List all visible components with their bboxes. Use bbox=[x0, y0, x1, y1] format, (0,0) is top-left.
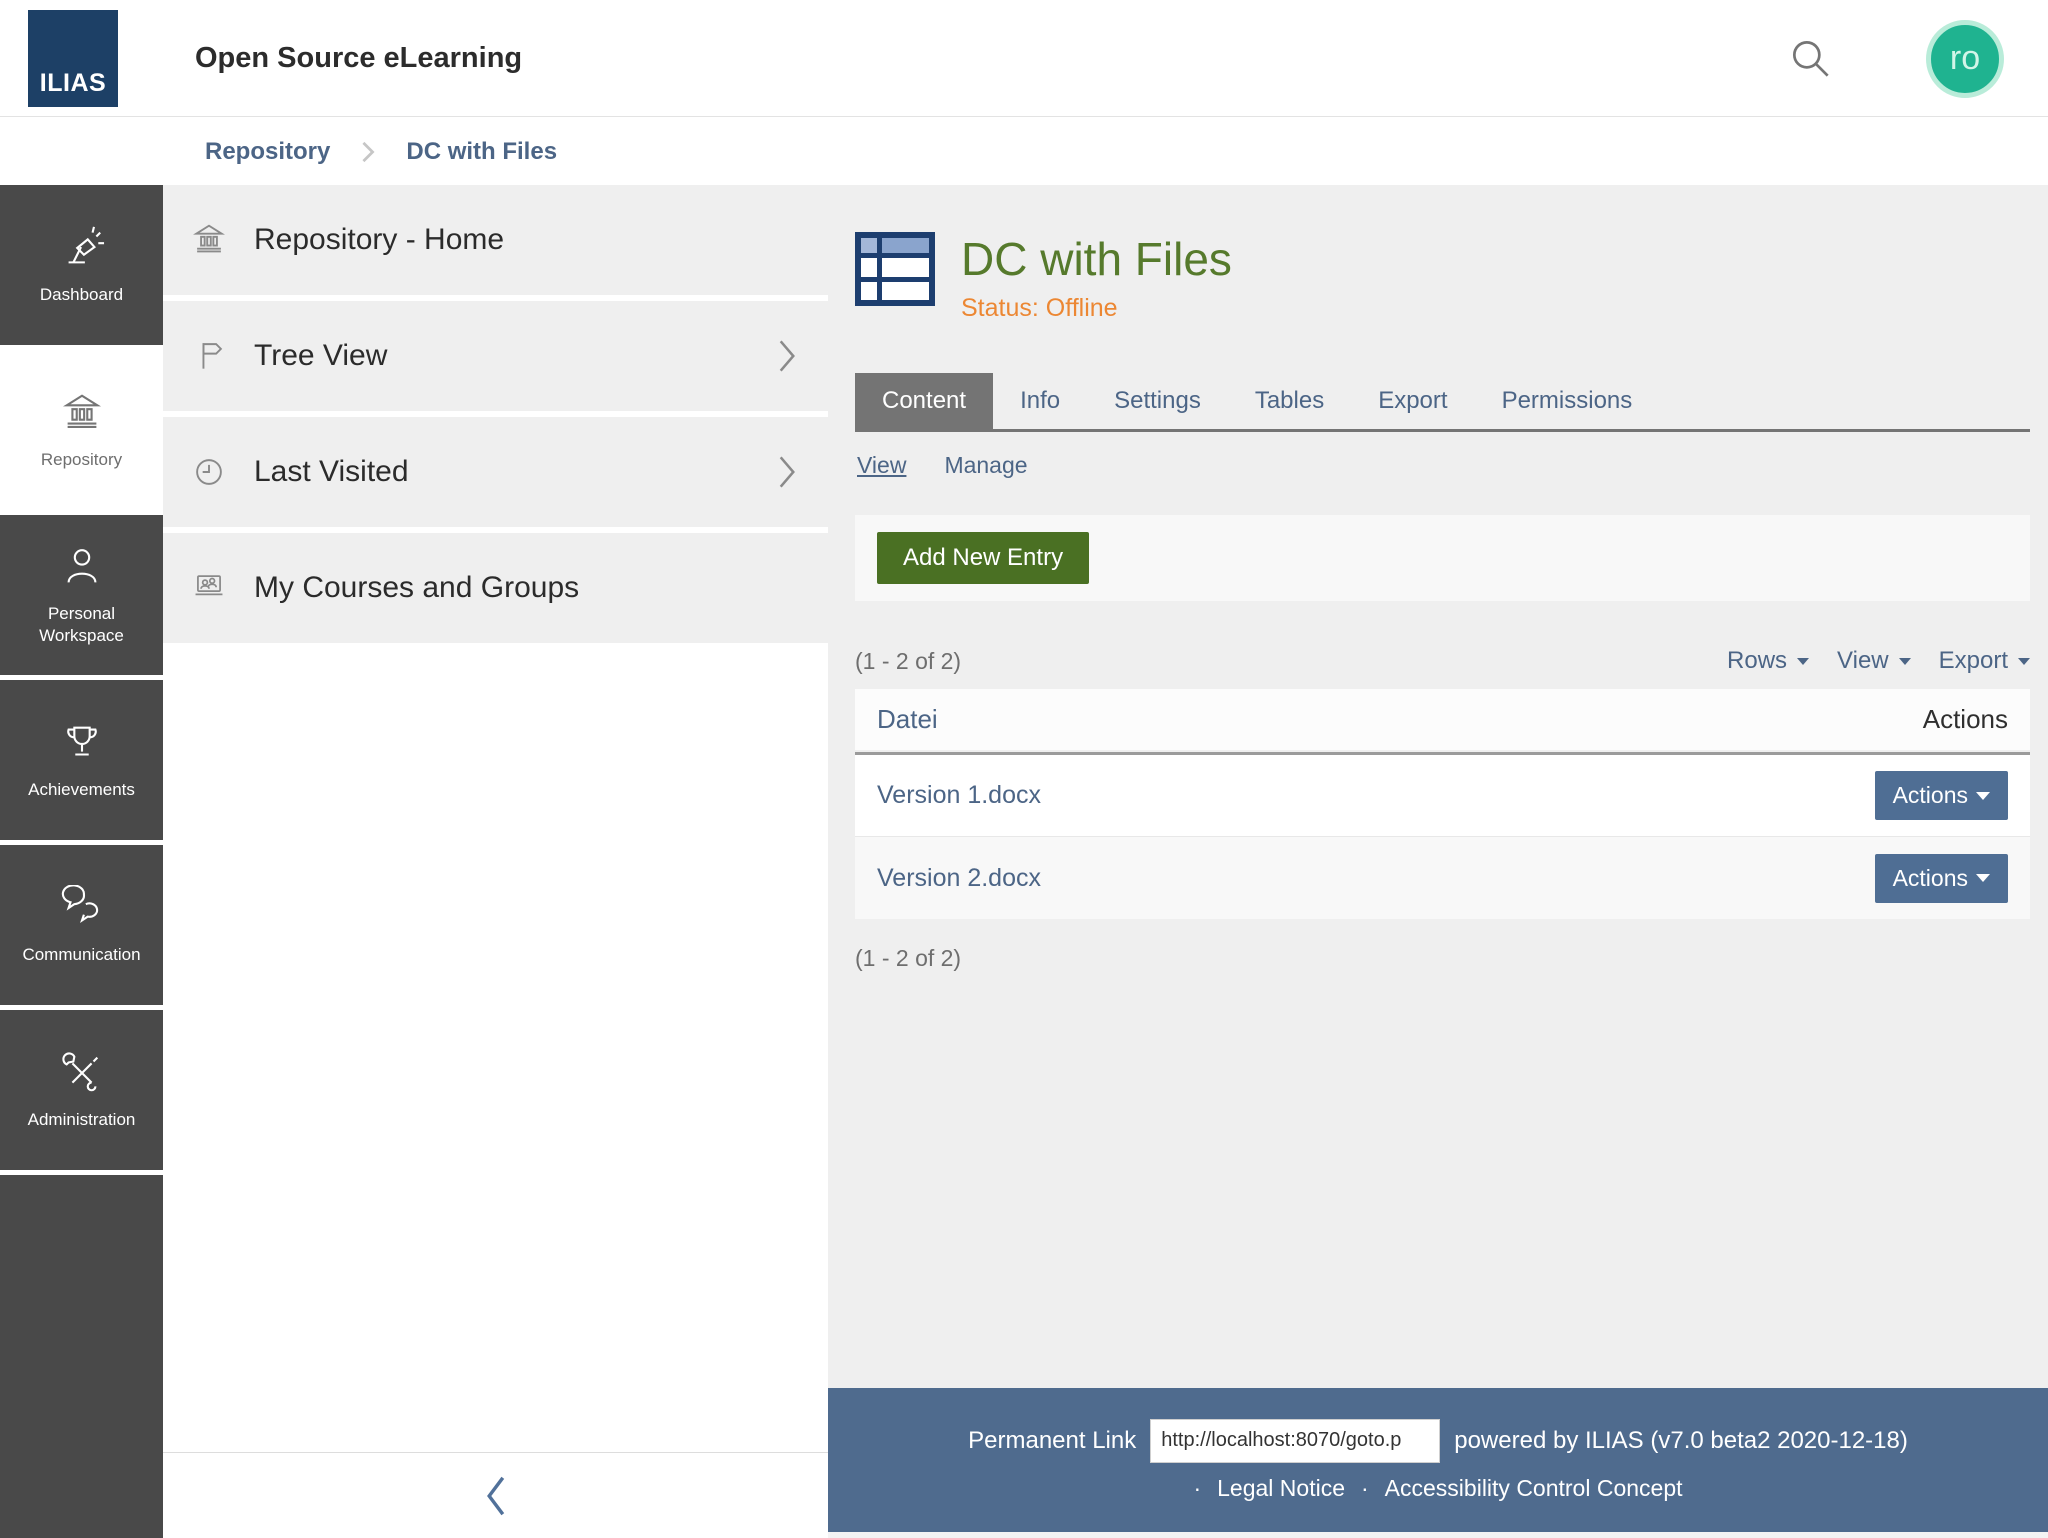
footer-separator: · bbox=[1193, 1475, 1201, 1502]
clock-icon bbox=[190, 453, 228, 491]
screen: ILIAS Open Source eLearning ro Repositor… bbox=[0, 0, 2048, 1538]
breadcrumb-separator-icon bbox=[360, 139, 376, 165]
trophy-icon bbox=[59, 720, 105, 766]
add-entry-strip: Add New Entry bbox=[855, 515, 2030, 601]
panel-item-my-courses-and-groups[interactable]: My Courses and Groups bbox=[163, 533, 828, 643]
tab-info[interactable]: Info bbox=[993, 373, 1087, 429]
result-count-bottom: (1 - 2 of 2) bbox=[855, 945, 2030, 972]
rail-item-achievements[interactable]: Achievements bbox=[0, 680, 163, 840]
rail-item-dashboard[interactable]: Dashboard bbox=[0, 185, 163, 345]
bank-icon bbox=[190, 221, 228, 259]
caret-down-icon bbox=[1899, 658, 1911, 665]
data-collection-table-icon bbox=[855, 232, 935, 306]
data-table: Datei Actions Version 1.docx Actions Ver… bbox=[855, 689, 2030, 919]
panel-item-label: Repository - Home bbox=[254, 223, 798, 257]
crossed-tools-icon bbox=[59, 1050, 105, 1096]
rail-item-label: Repository bbox=[35, 449, 128, 470]
permalink-input[interactable] bbox=[1150, 1419, 1440, 1463]
footer-separator: · bbox=[1361, 1475, 1369, 1502]
main-rail: Dashboard Repository Person bbox=[0, 185, 163, 1538]
export-dropdown[interactable]: Export bbox=[1939, 647, 2030, 675]
breadcrumb-item-current[interactable]: DC with Files bbox=[406, 138, 557, 166]
actions-button[interactable]: Actions bbox=[1875, 854, 2008, 903]
rail-item-label: Dashboard bbox=[34, 284, 129, 305]
dashboard-lamp-icon bbox=[59, 225, 105, 271]
breadcrumb-item-repository[interactable]: Repository bbox=[205, 138, 330, 166]
panel-item-label: My Courses and Groups bbox=[254, 571, 798, 605]
rail-item-label: Communication bbox=[16, 944, 146, 965]
file-link[interactable]: Version 2.docx bbox=[877, 864, 1041, 893]
powered-by-text: powered by ILIAS (v7.0 beta2 2020-12-18) bbox=[1454, 1427, 1908, 1455]
bank-icon bbox=[59, 390, 105, 436]
status-badge: Status: Offline bbox=[961, 294, 1232, 323]
search-icon bbox=[1786, 34, 1836, 84]
permalink-label: Permanent Link bbox=[968, 1427, 1136, 1455]
table-row: Version 2.docx Actions bbox=[855, 837, 2030, 919]
column-header-datei[interactable]: Datei bbox=[877, 704, 938, 735]
user-avatar[interactable]: ro bbox=[1926, 20, 2004, 98]
person-icon bbox=[59, 544, 105, 590]
rail-item-label: Personal Workspace bbox=[0, 603, 163, 646]
view-dropdown[interactable]: View bbox=[1837, 647, 1911, 675]
caret-down-icon bbox=[1976, 874, 1990, 882]
caret-down-icon bbox=[1976, 792, 1990, 800]
add-new-entry-button[interactable]: Add New Entry bbox=[877, 532, 1089, 584]
chevron-right-icon bbox=[776, 335, 798, 377]
legal-notice-link[interactable]: Legal Notice bbox=[1217, 1475, 1345, 1502]
rail-item-communication[interactable]: Communication bbox=[0, 845, 163, 1005]
caret-down-icon bbox=[1797, 658, 1809, 665]
subtab-bar: View Manage bbox=[855, 452, 2030, 479]
panel-item-label: Last Visited bbox=[254, 455, 776, 489]
subtab-manage[interactable]: Manage bbox=[944, 452, 1027, 479]
page-title: DC with Files bbox=[961, 232, 1232, 286]
file-link[interactable]: Version 1.docx bbox=[877, 781, 1041, 810]
header: ILIAS Open Source eLearning ro bbox=[0, 0, 2048, 117]
subtab-view[interactable]: View bbox=[857, 452, 906, 479]
panel-item-last-visited[interactable]: Last Visited bbox=[163, 417, 828, 527]
table-header-row: Datei Actions bbox=[855, 689, 2030, 750]
tab-tables[interactable]: Tables bbox=[1228, 373, 1351, 429]
tab-content[interactable]: Content bbox=[855, 373, 993, 429]
panel-item-label: Tree View bbox=[254, 339, 776, 373]
tab-bar: Content Info Settings Tables Export Perm… bbox=[855, 373, 2030, 432]
chevron-left-icon bbox=[482, 1471, 510, 1521]
object-header: DC with Files Status: Offline bbox=[855, 232, 2030, 323]
footer: Permanent Link powered by ILIAS (v7.0 be… bbox=[828, 1388, 2048, 1532]
rail-filler bbox=[0, 1175, 163, 1538]
ilias-logo[interactable]: ILIAS bbox=[28, 10, 118, 107]
rows-dropdown[interactable]: Rows bbox=[1727, 647, 1809, 675]
app-title: Open Source eLearning bbox=[195, 42, 522, 75]
result-count: (1 - 2 of 2) bbox=[855, 648, 961, 675]
rail-item-label: Administration bbox=[22, 1109, 142, 1130]
header-right: ro bbox=[1786, 0, 2048, 117]
tab-export[interactable]: Export bbox=[1351, 373, 1474, 429]
breadcrumb: Repository DC with Files bbox=[0, 118, 2048, 185]
search-button[interactable] bbox=[1786, 34, 1836, 84]
tab-settings[interactable]: Settings bbox=[1087, 373, 1228, 429]
actions-button[interactable]: Actions bbox=[1875, 771, 2008, 820]
table-toolbar: (1 - 2 of 2) Rows View Export bbox=[855, 647, 2030, 675]
rail-item-repository[interactable]: Repository bbox=[0, 350, 163, 510]
panel-collapse-button[interactable] bbox=[163, 1452, 828, 1538]
screen-people-icon bbox=[190, 569, 228, 607]
rail-item-administration[interactable]: Administration bbox=[0, 1010, 163, 1170]
chevron-right-icon bbox=[776, 451, 798, 493]
rail-item-label: Achievements bbox=[22, 779, 141, 800]
caret-down-icon bbox=[2018, 658, 2030, 665]
side-panel: Repository - Home Tree View bbox=[163, 185, 828, 1538]
column-header-actions: Actions bbox=[1923, 704, 2008, 735]
accessibility-link[interactable]: Accessibility Control Concept bbox=[1385, 1475, 1683, 1502]
table-row: Version 1.docx Actions bbox=[855, 755, 2030, 837]
signpost-icon bbox=[190, 337, 228, 375]
tab-permissions[interactable]: Permissions bbox=[1475, 373, 1660, 429]
chat-bubbles-icon bbox=[59, 885, 105, 931]
bottom-strip bbox=[828, 1532, 2048, 1538]
panel-item-tree-view[interactable]: Tree View bbox=[163, 301, 828, 411]
rail-item-personal-workspace[interactable]: Personal Workspace bbox=[0, 515, 163, 675]
main-content: DC with Files Status: Offline Content In… bbox=[828, 185, 2048, 1538]
panel-item-repository-home[interactable]: Repository - Home bbox=[163, 185, 828, 295]
